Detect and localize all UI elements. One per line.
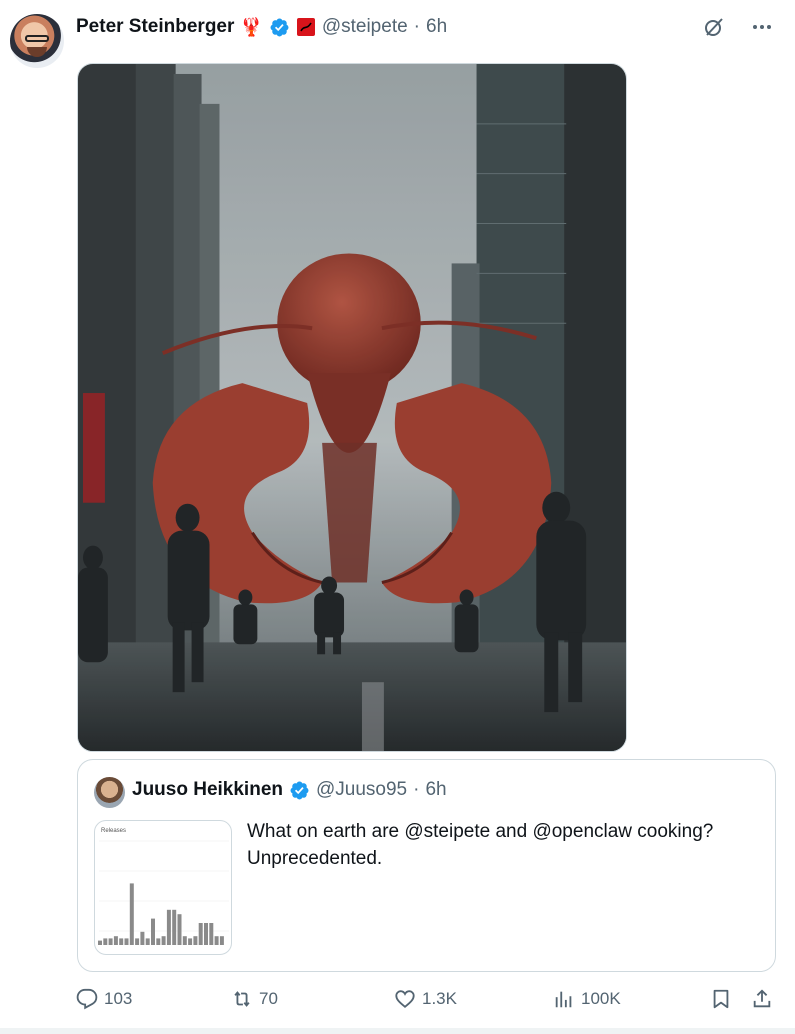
- author-handle[interactable]: @steipete: [322, 16, 408, 38]
- heart-icon: [395, 990, 415, 1008]
- quoted-author-name[interactable]: Juuso Heikkinen: [132, 779, 283, 801]
- quoted-tweet-header: Juuso Heikkinen @Juuso95 · 6h: [132, 779, 447, 801]
- thumbnail-bar: [129, 883, 134, 945]
- verified-badge-icon: [270, 18, 289, 36]
- tweet-top-actions: [701, 14, 775, 40]
- tweet-media-image[interactable]: [77, 63, 627, 752]
- thumbnail-bar: [103, 938, 108, 945]
- like-button[interactable]: 1.3K: [394, 988, 457, 1010]
- thumbnail-bar: [204, 923, 208, 945]
- thumbnail-bar: [209, 923, 214, 945]
- quoted-media-thumbnail[interactable]: Releases: [94, 820, 232, 955]
- quoted-author-handle[interactable]: @Juuso95: [316, 779, 407, 801]
- thumbnail-bar: [166, 909, 171, 945]
- affiliate-badge-icon: [296, 18, 315, 36]
- releases-chart-thumbnail: Releases: [98, 828, 229, 945]
- grok-icon[interactable]: [701, 14, 727, 40]
- thumbnail-bar: [119, 938, 124, 945]
- author-name[interactable]: Peter Steinberger: [76, 16, 234, 38]
- analytics-icon: [555, 991, 572, 1008]
- quoted-author-avatar[interactable]: [94, 777, 125, 808]
- thumbnail-bar: [198, 923, 203, 945]
- repost-icon: [234, 991, 250, 1007]
- bookmark-button[interactable]: [710, 988, 732, 1010]
- thumbnail-bar: [156, 938, 161, 945]
- thumbnail-bar: [188, 938, 193, 945]
- tweet-header: Peter Steinberger 🦞 @steipete · 6h: [76, 13, 447, 41]
- thumbnail-bar: [108, 938, 113, 945]
- thumbnail-bar: [193, 936, 198, 945]
- thumbnail-bar: [177, 914, 182, 945]
- thumbnail-label: Releases: [101, 828, 126, 834]
- author-avatar[interactable]: [10, 14, 64, 68]
- avatar-beard: [27, 47, 47, 57]
- quoted-tweet-text: What on earth are @steipete and @opencla…: [247, 821, 714, 869]
- reply-icon: [76, 988, 98, 1010]
- quoted-tweet-time[interactable]: 6h: [425, 779, 446, 801]
- thumbnail-bar: [98, 940, 102, 945]
- divider: [0, 1028, 795, 1034]
- quoted-tweet[interactable]: Juuso Heikkinen @Juuso95 · 6h Releases W…: [77, 759, 776, 972]
- thumbnail-bar: [219, 936, 224, 945]
- quoted-verified-badge-icon: [290, 781, 309, 799]
- thumbnail-bar: [172, 909, 177, 945]
- thumbnail-bar: [182, 936, 187, 945]
- views-count: 100K: [581, 989, 621, 1008]
- lobster-in-city-image: [78, 64, 626, 751]
- tweet-time[interactable]: 6h: [426, 16, 447, 38]
- share-icon: [753, 989, 771, 1008]
- avatar-glasses: [25, 35, 49, 42]
- repost-button[interactable]: 70: [231, 988, 278, 1010]
- thumbnail-bar: [151, 918, 155, 945]
- thumbnail-bar: [140, 931, 145, 945]
- thumbnail-bar: [113, 936, 118, 945]
- reply-button[interactable]: 103: [76, 988, 132, 1010]
- repost-count: 70: [259, 989, 278, 1008]
- separator-dot: ·: [413, 16, 420, 37]
- thumbnail-bar: [145, 938, 150, 945]
- quoted-separator-dot: ·: [413, 779, 420, 800]
- like-count: 1.3K: [422, 989, 457, 1008]
- tweet-action-bar: 103 70 1.3K 100K: [76, 988, 776, 1014]
- reply-count: 103: [104, 989, 133, 1008]
- thumbnail-bar: [135, 938, 140, 945]
- thumbnail-bar: [124, 938, 129, 945]
- views-button[interactable]: 100K: [553, 988, 621, 1010]
- bookmark-icon: [713, 989, 729, 1009]
- more-options-icon[interactable]: [749, 14, 775, 40]
- thumbnail-bar: [161, 936, 166, 945]
- share-button[interactable]: [751, 988, 773, 1010]
- author-emoji: 🦞: [240, 16, 263, 37]
- thumbnail-bar: [214, 936, 219, 945]
